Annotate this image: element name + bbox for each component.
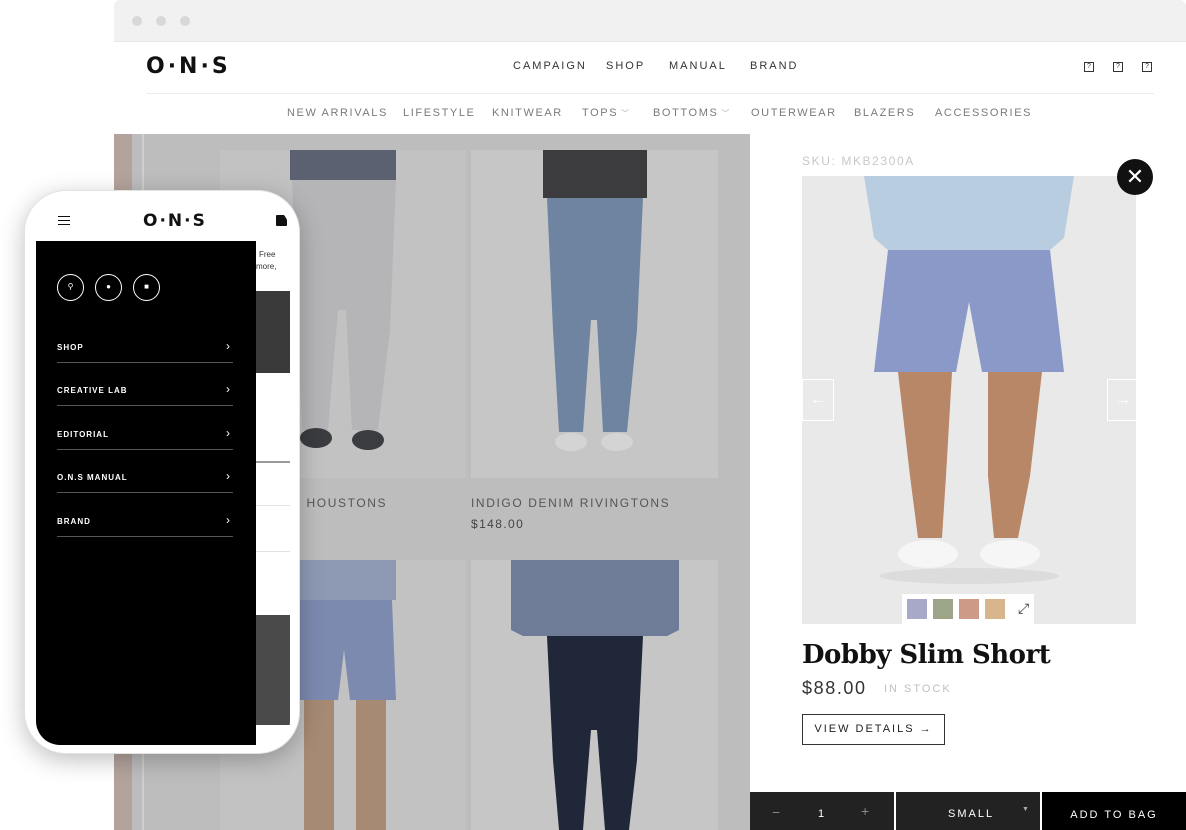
- product-name[interactable]: M HOUSTONS: [290, 496, 387, 510]
- menu-item-label: SHOP: [57, 343, 84, 352]
- stock-status: IN STOCK: [884, 683, 952, 695]
- bag-icon[interactable]: ?: [1142, 62, 1152, 72]
- quantity-value[interactable]: 1: [818, 808, 824, 820]
- nav-shop[interactable]: SHOP: [606, 60, 645, 72]
- menu-item-label: BRAND: [57, 517, 91, 526]
- arrow-right-icon[interactable]: →: [1107, 379, 1136, 421]
- phone-screen: O·N·S Free more, ⚲ ● ■ SHOP › CREATIVE L…: [36, 203, 290, 745]
- subnav-knitwear[interactable]: KNITWEAR: [492, 107, 563, 119]
- qty-decrement-button[interactable]: −: [772, 804, 780, 820]
- window-dot-minimize[interactable]: [156, 16, 166, 26]
- subnav-new-arrivals[interactable]: NEW ARRIVALS: [287, 107, 388, 119]
- header-divider: [146, 93, 1154, 94]
- add-to-bag-button[interactable]: ADD TO BAG: [1042, 792, 1186, 830]
- chevron-down-icon: ▼: [1022, 806, 1029, 813]
- mobile-menu-item-ons-manual[interactable]: O.N.S MANUAL ›: [57, 469, 233, 493]
- size-select[interactable]: SMALL ▼: [896, 792, 1040, 830]
- swatch-lavender[interactable]: [907, 599, 927, 619]
- subnav-tops[interactable]: TOPS ﹀: [582, 107, 631, 119]
- product-card-image[interactable]: [471, 150, 718, 478]
- product-sku: SKU: MKB2300A: [802, 154, 915, 168]
- mobile-menu-item-editorial[interactable]: EDITORIAL ›: [57, 426, 233, 450]
- chevron-right-icon: ›: [226, 382, 230, 396]
- product-title: Dobby Slim Short: [802, 640, 1051, 670]
- mobile-header: O·N·S: [36, 203, 290, 241]
- phone-mockup: O·N·S Free more, ⚲ ● ■ SHOP › CREATIVE L…: [24, 190, 300, 754]
- mobile-menu-item-shop[interactable]: SHOP ›: [57, 339, 233, 363]
- showcase-stage: O·N·S CAMPAIGN SHOP MANUAL BRAND ? ? ? N…: [0, 0, 1186, 830]
- peek-divider: [256, 505, 290, 506]
- chevron-right-icon: ›: [226, 339, 230, 353]
- peek-divider: [256, 551, 290, 552]
- account-icon[interactable]: ?: [1113, 62, 1123, 72]
- main-nav: CAMPAIGN SHOP MANUAL BRAND: [114, 60, 1186, 74]
- product-card-image[interactable]: [471, 560, 718, 830]
- menu-item-label: CREATIVE LAB: [57, 386, 128, 395]
- qty-increment-button[interactable]: +: [861, 803, 869, 819]
- subnav-accessories[interactable]: ACCESSORIES: [935, 107, 1032, 119]
- swatch-tan[interactable]: [985, 599, 1005, 619]
- nav-campaign[interactable]: CAMPAIGN: [513, 60, 587, 72]
- swatch-terracotta[interactable]: [959, 599, 979, 619]
- nav-manual[interactable]: MANUAL: [669, 60, 727, 72]
- chevron-right-icon: ›: [226, 469, 230, 483]
- product-photo-indigo-jeans: [471, 150, 718, 478]
- menu-item-label: O.N.S MANUAL: [57, 473, 128, 482]
- swatch-sage[interactable]: [933, 599, 953, 619]
- view-details-button[interactable]: VIEW DETAILS →: [802, 714, 945, 745]
- peek-text: Free: [259, 250, 276, 259]
- search-icon[interactable]: ⚲: [57, 274, 84, 301]
- bag-icon[interactable]: ■: [133, 274, 160, 301]
- hamburger-icon[interactable]: [58, 216, 70, 225]
- mobile-logo[interactable]: O·N·S: [143, 211, 207, 231]
- peek-image: [256, 615, 290, 725]
- peek-text: more,: [256, 262, 277, 271]
- account-icon[interactable]: ●: [95, 274, 122, 301]
- quantity-stepper: − 1 +: [750, 792, 894, 830]
- window-dot-maximize[interactable]: [180, 16, 190, 26]
- peek-image: [256, 291, 290, 373]
- mobile-menu-item-creative-lab[interactable]: CREATIVE LAB ›: [57, 382, 233, 406]
- arrow-left-icon[interactable]: ←: [802, 379, 834, 421]
- mobile-menu-drawer: ⚲ ● ■ SHOP › CREATIVE LAB › EDITORIAL › …: [36, 241, 256, 745]
- chevron-down-icon: ﹀: [621, 109, 631, 118]
- chevron-right-icon: ›: [226, 513, 230, 527]
- subnav-tops-label: TOPS: [582, 107, 619, 119]
- subnav-lifestyle[interactable]: LIFESTYLE: [403, 107, 475, 119]
- product-image: ← → ⤢: [802, 176, 1136, 624]
- window-dot-close[interactable]: [132, 16, 142, 26]
- product-photo-dark-jeans: [471, 560, 718, 830]
- page-peek: Free more,: [256, 241, 290, 745]
- peek-divider: [256, 461, 290, 463]
- subnav-outerwear[interactable]: OUTERWEAR: [751, 107, 837, 119]
- product-price: $148.00: [471, 517, 525, 531]
- product-price: $88.00: [802, 678, 867, 698]
- mobile-menu-item-brand[interactable]: BRAND ›: [57, 513, 233, 537]
- chevron-right-icon: ›: [226, 426, 230, 440]
- subnav-blazers[interactable]: BLAZERS: [854, 107, 915, 119]
- bag-icon[interactable]: [276, 215, 287, 226]
- chevron-down-icon: ﹀: [721, 109, 731, 118]
- search-icon[interactable]: ?: [1084, 62, 1094, 72]
- expand-icon[interactable]: ⤢: [1018, 600, 1029, 617]
- add-to-cart-bar: − 1 + SMALL ▼ ADD TO BAG: [750, 792, 1186, 830]
- product-photo-dobby-short: [802, 176, 1136, 624]
- subnav-bottoms[interactable]: BOTTOMS ﹀: [653, 107, 731, 119]
- browser-chrome: [114, 0, 1186, 42]
- menu-item-label: EDITORIAL: [57, 430, 109, 439]
- color-swatches: ⤢: [902, 594, 1034, 624]
- nav-brand[interactable]: BRAND: [750, 60, 799, 72]
- close-icon[interactable]: ✕: [1117, 159, 1153, 195]
- quick-view-panel: SKU: MKB2300A ← → ⤢ ✕ Dobby Slim Short $…: [750, 134, 1186, 830]
- product-name[interactable]: INDIGO DENIM RIVINGTONS: [471, 496, 670, 510]
- size-value: SMALL: [948, 808, 995, 820]
- subnav-bottoms-label: BOTTOMS: [653, 107, 719, 119]
